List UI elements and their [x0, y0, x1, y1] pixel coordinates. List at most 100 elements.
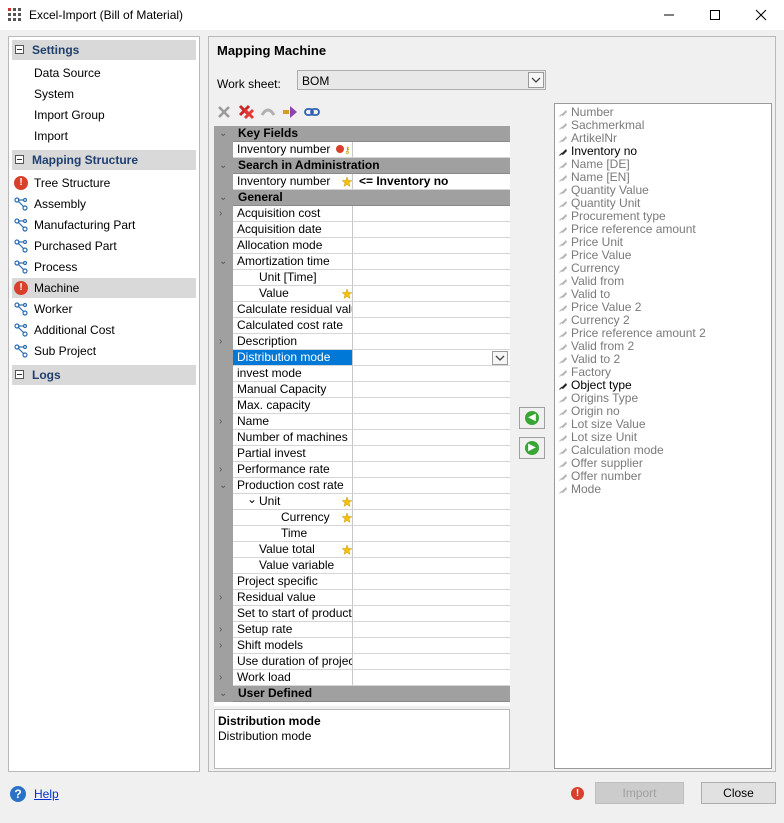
property-value[interactable]: [353, 590, 510, 606]
grid-property-row[interactable]: Max. capacity: [214, 398, 510, 414]
chevron-down-icon[interactable]: ⌄: [214, 126, 233, 142]
logs-header[interactable]: Logs: [12, 365, 196, 385]
grid-property-row[interactable]: › Setup rate: [214, 622, 510, 638]
chevron-right-icon[interactable]: ›: [219, 625, 222, 635]
help-link[interactable]: Help: [34, 787, 59, 801]
chevron-down-icon[interactable]: ⌄: [214, 190, 233, 206]
delete-all-icon[interactable]: [237, 103, 255, 121]
grid-property-row[interactable]: › Shift models: [214, 638, 510, 654]
nav-data-source[interactable]: Data Source: [12, 63, 196, 83]
chevron-down-icon[interactable]: ⌄: [219, 257, 227, 267]
delete-icon[interactable]: [215, 103, 233, 121]
property-value[interactable]: [353, 670, 510, 686]
property-value[interactable]: [353, 510, 510, 526]
property-value[interactable]: [353, 350, 510, 366]
grid-property-row[interactable]: › Description: [214, 334, 510, 350]
property-value[interactable]: [353, 334, 510, 350]
property-value[interactable]: [353, 302, 510, 318]
grid-category-row[interactable]: ⌄ General: [214, 190, 510, 206]
grid-property-row[interactable]: › Acquisition cost: [214, 206, 510, 222]
grid-property-row[interactable]: Use duration of projects: [214, 654, 510, 670]
close-window-button[interactable]: [738, 0, 784, 30]
nav-mapping-item[interactable]: Process: [12, 257, 196, 277]
add-field-icon[interactable]: [281, 103, 299, 121]
nav-import[interactable]: Import: [12, 126, 196, 146]
grid-property-row[interactable]: Value: [214, 286, 510, 302]
nav-mapping-item[interactable]: Purchased Part: [12, 236, 196, 256]
property-value[interactable]: [353, 430, 510, 446]
grid-property-row[interactable]: Currency: [214, 510, 510, 526]
grid-property-row[interactable]: Inventory number ⚷: [214, 142, 510, 158]
grid-property-row[interactable]: Value variable: [214, 558, 510, 574]
property-value[interactable]: [353, 286, 510, 302]
grid-property-row[interactable]: › Performance rate: [214, 462, 510, 478]
grid-property-row[interactable]: Inventory number <= Inventory no: [214, 174, 510, 190]
nav-system[interactable]: System: [12, 84, 196, 104]
chevron-right-icon[interactable]: ›: [219, 641, 222, 651]
grid-property-row[interactable]: Calculated cost rate: [214, 318, 510, 334]
property-value[interactable]: [353, 526, 510, 542]
nav-import-group[interactable]: Import Group: [12, 105, 196, 125]
chevron-right-icon[interactable]: ›: [219, 593, 222, 603]
grid-property-row[interactable]: › Work load: [214, 670, 510, 686]
collapse-icon[interactable]: [15, 370, 24, 379]
chevron-down-icon[interactable]: ⌄: [214, 158, 233, 174]
chevron-right-icon[interactable]: ›: [219, 209, 222, 219]
grid-property-row[interactable]: Project specific: [214, 574, 510, 590]
property-value[interactable]: [353, 398, 510, 414]
grid-property-row[interactable]: Unit [Time]: [214, 270, 510, 286]
grid-category-row[interactable]: ⌄ Key Fields: [214, 126, 510, 142]
nav-mapping-item[interactable]: Manufacturing Part: [12, 215, 196, 235]
grid-category-row[interactable]: ⌄ User Defined: [214, 686, 510, 702]
property-value[interactable]: [353, 270, 510, 286]
grid-property-row[interactable]: Calculate residual value: [214, 302, 510, 318]
grid-property-row[interactable]: Set to start of production: [214, 606, 510, 622]
nav-mapping-item[interactable]: Sub Project: [12, 341, 196, 361]
grid-property-row[interactable]: ⌄ Amortization time: [214, 254, 510, 270]
nav-mapping-item[interactable]: ! Tree Structure: [12, 173, 196, 193]
source-field-list[interactable]: Number Sachmerkmal ArtikelNr Inventory no Na…: [554, 103, 772, 769]
grid-property-row[interactable]: › Residual value: [214, 590, 510, 606]
property-value[interactable]: [353, 414, 510, 430]
link-icon[interactable]: [303, 103, 321, 121]
grid-property-row[interactable]: Distribution mode: [214, 350, 510, 366]
assign-field-button[interactable]: ◀: [519, 407, 545, 429]
property-value[interactable]: [353, 366, 510, 382]
chevron-down-icon[interactable]: [492, 351, 508, 365]
property-value[interactable]: [353, 142, 510, 158]
grid-property-row[interactable]: Acquisition date: [214, 222, 510, 238]
nav-mapping-item[interactable]: Additional Cost: [12, 320, 196, 340]
grid-property-row[interactable]: › Name: [214, 414, 510, 430]
property-value[interactable]: [353, 382, 510, 398]
grid-property-row[interactable]: Partial invest: [214, 446, 510, 462]
help-icon[interactable]: ?: [10, 786, 26, 802]
property-value[interactable]: [353, 606, 510, 622]
chevron-right-icon[interactable]: ›: [219, 417, 222, 427]
chevron-down-icon[interactable]: ⌄: [247, 494, 257, 507]
property-value[interactable]: [353, 318, 510, 334]
nav-mapping-item[interactable]: Assembly: [12, 194, 196, 214]
chevron-right-icon[interactable]: ›: [219, 337, 222, 347]
grid-property-row[interactable]: Allocation mode: [214, 238, 510, 254]
worksheet-select[interactable]: BOM: [297, 70, 546, 90]
grid-property-row[interactable]: ⌄ Production cost rate: [214, 478, 510, 494]
property-value[interactable]: [353, 478, 510, 494]
grid-property-row[interactable]: Number of machines: [214, 430, 510, 446]
chevron-right-icon[interactable]: ›: [219, 465, 222, 475]
property-value[interactable]: [353, 558, 510, 574]
undo-icon[interactable]: [259, 103, 277, 121]
chevron-right-icon[interactable]: ›: [219, 673, 222, 683]
property-value[interactable]: [353, 638, 510, 654]
grid-property-row[interactable]: Time: [214, 526, 510, 542]
property-value[interactable]: [353, 206, 510, 222]
property-value[interactable]: [353, 446, 510, 462]
property-value[interactable]: [353, 238, 510, 254]
property-value[interactable]: [353, 622, 510, 638]
chevron-down-icon[interactable]: ⌄: [219, 481, 227, 491]
grid-property-row[interactable]: invest mode: [214, 366, 510, 382]
nav-mapping-item[interactable]: Worker: [12, 299, 196, 319]
property-value[interactable]: [353, 654, 510, 670]
property-value[interactable]: [353, 462, 510, 478]
property-value[interactable]: [353, 542, 510, 558]
grid-property-row[interactable]: Manual Capacity: [214, 382, 510, 398]
